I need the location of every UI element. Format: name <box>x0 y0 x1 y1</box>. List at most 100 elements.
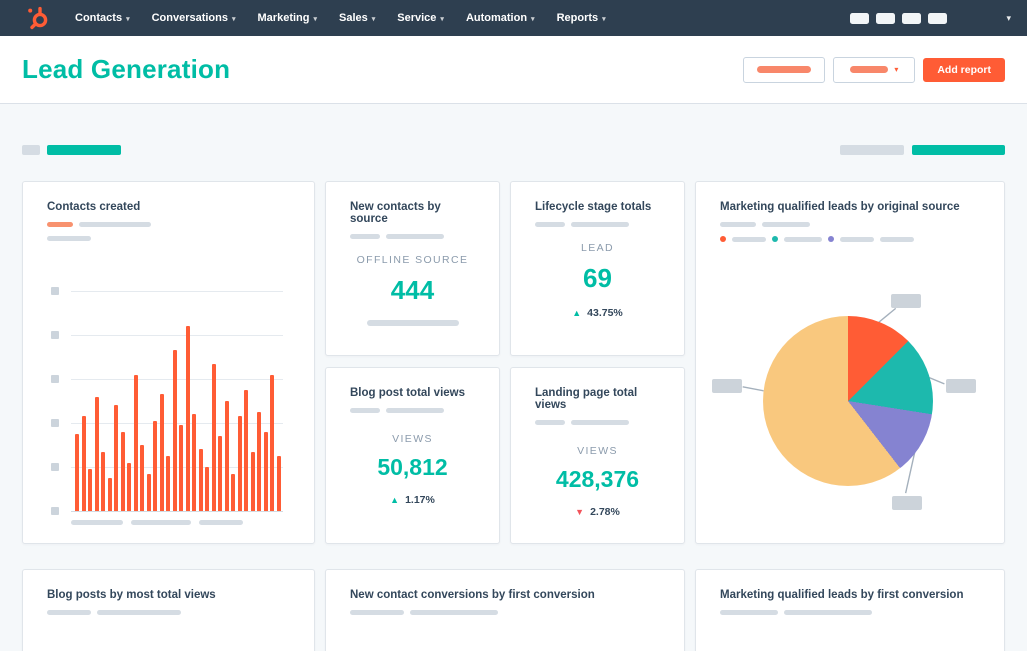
hubspot-logo-icon[interactable] <box>24 5 52 31</box>
nav-item-contacts[interactable]: Contacts ▾ <box>64 0 141 36</box>
stat-block: VIEWS 428,376 ▼ 2.78% <box>535 445 660 518</box>
y-tick-placeholder <box>51 287 59 295</box>
nav-item-automation[interactable]: Automation ▾ <box>455 0 546 36</box>
bar <box>205 467 210 511</box>
text-placeholder <box>350 610 404 615</box>
stat-block: LEAD 69 ▲ 43.75% <box>535 242 660 319</box>
dashboard-filter-dropdown[interactable]: ▾ <box>833 56 916 83</box>
stat-label: VIEWS <box>577 445 618 457</box>
gridline <box>71 511 283 512</box>
main-nav: Contacts ▾ Conversations ▾ Marketing ▾ Sales ▾ S… <box>64 0 617 36</box>
stat-delta: ▼ 2.78% <box>535 506 660 518</box>
stat-delta: ▲ 43.75% <box>535 307 660 319</box>
bar <box>244 390 249 511</box>
text-placeholder <box>366 320 459 326</box>
nav-icon-placeholder[interactable] <box>876 12 896 24</box>
nav-icon-placeholder[interactable] <box>928 12 948 24</box>
bar <box>263 432 268 511</box>
nav-item-marketing[interactable]: Marketing ▾ <box>247 0 328 36</box>
x-axis-label-placeholders <box>71 520 243 525</box>
bar <box>185 326 190 511</box>
card-contacts-created: Contacts created <box>22 181 315 544</box>
nav-icon-placeholder[interactable] <box>902 12 922 24</box>
stat-block: VIEWS 50,812 ▲ 1.17% <box>350 433 475 506</box>
text-placeholder <box>386 234 444 239</box>
text-placeholder <box>880 236 914 242</box>
filter-placeholder[interactable] <box>47 145 121 155</box>
text-placeholder <box>386 408 444 413</box>
card-title: Marketing qualified leads by original so… <box>720 201 960 213</box>
bar-chart[interactable] <box>23 182 314 543</box>
nav-icon-placeholder[interactable] <box>850 12 870 24</box>
page-title: Lead Generation <box>22 54 231 84</box>
stat-value: 428,376 <box>555 466 640 492</box>
page-header: Lead Generation ▾ Add report <box>0 36 1027 104</box>
chevron-down-icon: ▾ <box>602 15 606 23</box>
bar <box>166 456 171 511</box>
chevron-down-icon: ▾ <box>440 15 444 23</box>
bar <box>94 397 99 511</box>
chevron-down-icon: ▾ <box>894 65 899 74</box>
subtitle-placeholder <box>535 420 660 425</box>
text-placeholder <box>784 610 872 615</box>
y-tick-placeholder <box>51 331 59 339</box>
stat-value: 444 <box>390 275 435 305</box>
bar-chart-plot <box>51 287 283 515</box>
y-tick-placeholder <box>51 419 59 427</box>
filter-placeholder[interactable] <box>840 145 904 155</box>
bar <box>88 469 93 511</box>
text-placeholder <box>850 66 889 73</box>
card-title: Lifecycle stage totals <box>535 201 652 213</box>
filter-placeholder[interactable] <box>912 145 1005 155</box>
bar <box>146 474 151 511</box>
bar <box>276 456 281 511</box>
subtitle-placeholder <box>350 408 475 413</box>
bar <box>211 364 216 511</box>
legend-dot <box>828 236 834 242</box>
nav-item-reports[interactable]: Reports ▾ <box>546 0 617 36</box>
top-nav: Contacts ▾ Conversations ▾ Marketing ▾ Sales ▾ S… <box>0 0 1027 36</box>
chevron-down-icon: ▾ <box>371 15 376 23</box>
bar <box>172 350 177 511</box>
text-placeholder <box>757 66 812 73</box>
stat-value: 69 <box>583 263 612 293</box>
subtitle-placeholder <box>350 234 475 239</box>
stat-label: LEAD <box>580 242 615 254</box>
text-placeholder <box>350 234 380 239</box>
text-placeholder <box>97 610 181 615</box>
delta-value: 1.17% <box>405 494 435 506</box>
bar <box>114 405 119 511</box>
bar <box>192 414 197 511</box>
card-new-contacts-by-source: New contacts by source OFFLINE SOURCE 44… <box>325 181 500 356</box>
text-placeholder <box>732 236 766 242</box>
text-placeholder <box>199 520 243 525</box>
bar <box>257 412 262 511</box>
bar <box>133 375 138 511</box>
add-report-button[interactable]: Add report <box>923 57 1005 82</box>
account-chevron-down-icon[interactable]: ▾ <box>1006 13 1011 24</box>
pie-label-placeholder <box>892 496 922 510</box>
card-new-contact-conversions: New contact conversions by first convers… <box>325 569 685 651</box>
stat-label: OFFLINE SOURCE <box>356 254 469 266</box>
dashboard-action-button[interactable] <box>743 56 826 83</box>
card-mql-by-original-source: Marketing qualified leads by original so… <box>695 181 1005 544</box>
delta-value: 2.78% <box>590 506 620 518</box>
stat-delta: ▲ 1.17% <box>350 494 475 506</box>
text-placeholder <box>47 610 91 615</box>
bar <box>237 416 242 511</box>
text-placeholder <box>571 222 629 227</box>
filter-placeholder[interactable] <box>22 145 40 155</box>
text-placeholder <box>71 520 123 525</box>
bar <box>75 434 79 511</box>
subtitle-placeholder <box>47 610 290 615</box>
nav-item-service[interactable]: Service ▾ <box>386 0 455 36</box>
pie-label-placeholder <box>712 379 742 393</box>
legend-dot <box>772 236 778 242</box>
text-placeholder <box>720 222 756 227</box>
bar-series <box>75 291 281 511</box>
pie-chart[interactable] <box>763 316 933 486</box>
nav-item-conversations[interactable]: Conversations ▾ <box>141 0 247 36</box>
y-tick-placeholder <box>51 507 59 515</box>
nav-item-sales[interactable]: Sales ▾ <box>328 0 386 36</box>
pie-label-placeholder <box>891 294 921 308</box>
